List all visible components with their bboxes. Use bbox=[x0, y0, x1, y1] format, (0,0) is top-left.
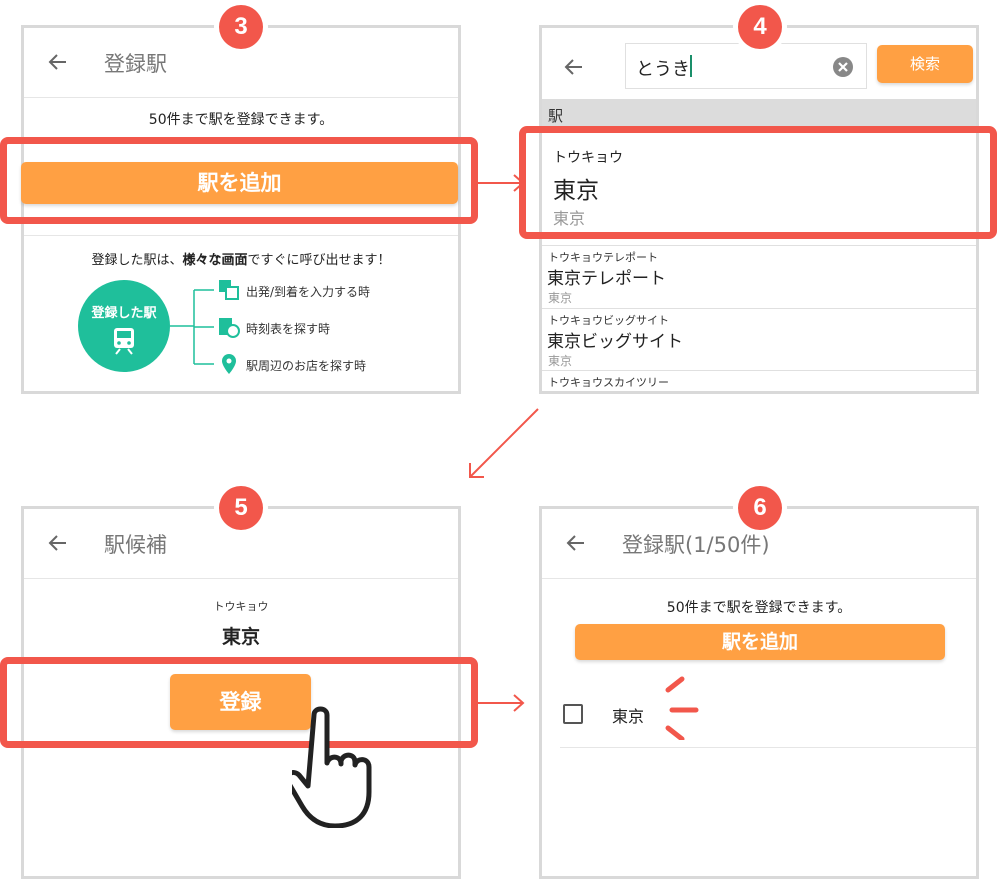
feature-label: 出発/到着を入力する時 bbox=[246, 285, 371, 299]
add-station-button[interactable]: 駅を追加 bbox=[575, 624, 945, 660]
back-arrow-icon[interactable] bbox=[46, 531, 70, 555]
flow-arrow-4-to-5 bbox=[469, 408, 539, 478]
step-badge-6: 6 bbox=[738, 486, 782, 530]
result-kana: トウキョウテレポート bbox=[548, 251, 658, 264]
result-row[interactable]: トウキョウテレポート 東京テレポート 東京 bbox=[542, 245, 976, 309]
search-value: とうき bbox=[636, 59, 690, 80]
route-icon bbox=[219, 280, 239, 300]
result-row[interactable]: トウキョウスカイツリー bbox=[542, 370, 976, 391]
limit-note: 50件まで駅を登録できます。 bbox=[666, 600, 852, 616]
result-name: 東京ビッグサイト bbox=[547, 332, 683, 352]
result-kana: トウキョウスカイツリー bbox=[548, 376, 669, 389]
page-title: 駅候補 bbox=[104, 533, 167, 557]
section-label: 駅 bbox=[548, 107, 564, 125]
back-arrow-icon[interactable] bbox=[564, 531, 588, 555]
highlight-frame bbox=[0, 137, 478, 224]
search-input[interactable]: とうき bbox=[625, 43, 867, 89]
step-badge-4: 4 bbox=[738, 5, 782, 49]
candidate-name: 東京 bbox=[221, 626, 260, 648]
result-sub: 東京 bbox=[548, 291, 573, 305]
step-badge-3: 3 bbox=[219, 5, 263, 49]
search-button[interactable]: 検索 bbox=[877, 45, 973, 83]
sparkle-icon bbox=[665, 676, 699, 740]
map-pin-icon bbox=[222, 354, 236, 374]
result-kana: トウキョウビッグサイト bbox=[548, 314, 669, 327]
flow-arrow-5-to-6 bbox=[478, 694, 525, 712]
candidate-kana: トウキョウ bbox=[213, 600, 269, 613]
clear-icon[interactable] bbox=[832, 56, 854, 78]
registered-item-row[interactable]: 東京 bbox=[560, 684, 976, 748]
text-cursor bbox=[690, 55, 692, 77]
highlight-frame bbox=[0, 657, 478, 748]
step-badge-5: 5 bbox=[219, 486, 263, 530]
result-sub: 東京 bbox=[548, 354, 573, 368]
feature-label: 時刻表を探す時 bbox=[246, 322, 331, 336]
highlight-frame bbox=[519, 126, 997, 239]
timetable-icon bbox=[219, 318, 240, 338]
feature-label: 駅周辺のお店を探す時 bbox=[246, 359, 367, 373]
step6-screen: 登録駅(1/50件) 50件まで駅を登録できます。 駅を追加 東京 bbox=[539, 506, 979, 879]
back-arrow-icon[interactable] bbox=[562, 55, 586, 79]
page-title: 登録駅(1/50件) bbox=[622, 533, 770, 557]
result-name: 東京テレポート bbox=[547, 269, 666, 289]
tap-hand-icon bbox=[292, 706, 372, 828]
item-checkbox[interactable] bbox=[563, 704, 583, 724]
result-row[interactable]: トウキョウビッグサイト 東京ビッグサイト 東京 bbox=[542, 308, 976, 371]
item-name: 東京 bbox=[612, 707, 645, 726]
